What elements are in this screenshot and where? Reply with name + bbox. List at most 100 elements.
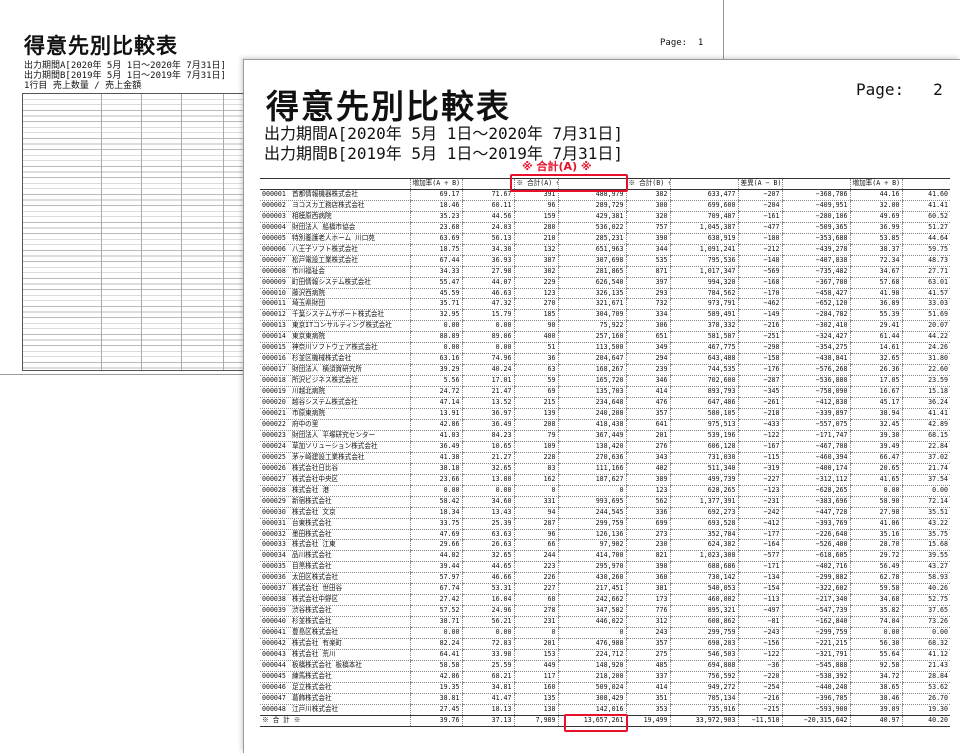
value-cell: 117 — [513, 671, 558, 683]
value-cell: 32.45 — [849, 419, 902, 431]
customer-code: 000004 — [262, 222, 286, 231]
table-row: 000028 株式会社 港 0.00 0.00 0 0 123 628,265 −123 −628… — [260, 485, 950, 497]
value-cell: 64.41 — [409, 649, 462, 661]
value-cell: −368,786 — [781, 189, 850, 201]
value-cell: 346 — [625, 375, 670, 388]
customer-code: 000012 — [262, 310, 286, 319]
value-cell: 302 — [513, 266, 558, 278]
value-cell: 735,916 — [669, 704, 738, 716]
value-cell: 40.24 — [461, 364, 514, 377]
customer-code: 000019 — [262, 387, 286, 396]
value-cell: 41.38 — [409, 452, 462, 464]
customer-name: 葛飾株式会社 — [292, 693, 332, 702]
column-header — [781, 178, 850, 190]
value-cell: 387 — [513, 255, 558, 267]
value-cell: −226,648 — [781, 529, 850, 541]
customer-code: 000030 — [262, 507, 286, 516]
value-cell: 467,775 — [669, 342, 738, 355]
value-cell: −402,716 — [781, 561, 850, 574]
value-cell: 402 — [625, 463, 670, 475]
customer-cell: 000016 杉並区機械株式会社 — [260, 353, 410, 366]
value-cell: 28.84 — [901, 671, 950, 683]
customer-cell: 000003 相模原西病院 — [260, 211, 410, 223]
value-cell: 1,045,387 — [669, 222, 738, 234]
page1-title: 得意先別比較表 — [24, 34, 178, 58]
table-row: 000011 埼玉県財団 35.71 47.32 270 321,671 732 973,79… — [260, 298, 950, 311]
value-cell: 0.00 — [409, 485, 462, 497]
total-value-cell: 40.20 — [901, 714, 950, 727]
table-row: 000032 墨田株式会社 47.69 63.63 96 126,136 273 352,78… — [260, 529, 950, 541]
value-cell: 33.75 — [409, 518, 462, 530]
customer-code: 000009 — [262, 277, 286, 286]
table-row: 000023 財団法人 平塚研究センター 41.03 84.23 79 367,449 20… — [260, 430, 950, 442]
value-cell: 295,970 — [557, 561, 626, 574]
value-cell: 536,022 — [557, 222, 626, 234]
customer-code: 000008 — [262, 266, 286, 275]
value-cell: 52.75 — [901, 594, 950, 607]
value-cell: −215 — [737, 704, 782, 716]
value-cell: −547,739 — [781, 605, 850, 618]
table-row: 000038 株式会社中野区 27.42 16.04 60 242,662 173 460,0… — [260, 594, 950, 607]
value-cell: 278 — [513, 605, 558, 618]
value-cell: 312 — [625, 616, 670, 629]
value-cell: 27.98 — [461, 266, 514, 278]
value-cell: −439,278 — [781, 244, 850, 256]
value-cell: 36.24 — [901, 397, 950, 410]
value-cell: 776 — [625, 605, 670, 618]
customer-code: 000021 — [262, 409, 286, 418]
customer-code: 000035 — [262, 562, 286, 571]
customer-code: 000024 — [262, 441, 286, 450]
customer-name: 株式会社中央区 — [292, 474, 339, 483]
value-cell: 367,449 — [557, 430, 626, 442]
table-row: 000046 足立株式会社 19.35 34.81 160 509,024 414 949,2… — [260, 682, 950, 694]
value-cell: 651,963 — [557, 244, 626, 256]
value-cell: 273 — [625, 529, 670, 541]
value-cell: 42.89 — [901, 419, 950, 431]
value-cell: 138,420 — [557, 441, 626, 453]
value-cell: 23.68 — [409, 222, 462, 234]
customer-cell: 000044 板橋株式会社 板橋本社 — [260, 660, 410, 672]
value-cell: −458,427 — [781, 288, 850, 300]
value-cell: 109 — [513, 441, 558, 453]
value-cell: 390 — [625, 233, 670, 245]
value-cell: 94 — [513, 507, 558, 519]
customer-code: 000025 — [262, 452, 286, 461]
value-cell: −438,841 — [781, 353, 850, 366]
value-cell: 36.99 — [849, 222, 902, 234]
value-cell: −467,708 — [781, 441, 850, 453]
value-cell: 26.36 — [849, 364, 902, 377]
customer-cell: 000005 特別養護老人ホーム 川口苑 — [260, 233, 410, 245]
customer-cell: 000020 越谷システム株式会社 — [260, 397, 410, 410]
value-cell: −216 — [737, 320, 782, 333]
value-cell: 34.30 — [461, 244, 514, 256]
value-cell: −231 — [737, 496, 782, 508]
value-cell: 36.97 — [461, 408, 514, 420]
table-row: 000010 藤沢西病院 45.59 46.63 123 326,135 293 784,56… — [260, 288, 950, 300]
customer-code: 000028 — [262, 485, 286, 494]
value-cell: 390 — [625, 561, 670, 574]
table-row: 000008 市川福祉会 34.33 27.98 302 281,865 871 1,017,… — [260, 266, 950, 278]
total-label: ※ 合 計 ※ — [260, 714, 410, 727]
value-cell: 230 — [625, 539, 670, 552]
value-cell: 55.47 — [409, 277, 462, 289]
value-cell: −618,605 — [781, 550, 850, 563]
value-cell: 68.32 — [901, 638, 950, 650]
value-cell: −81 — [737, 616, 782, 629]
value-cell: 72.14 — [901, 496, 950, 508]
customer-cell: 000018 所沢ビジネス株式会社 — [260, 375, 410, 388]
value-cell: −171,747 — [781, 430, 850, 442]
value-cell: 69 — [513, 386, 558, 399]
column-header: 増加率(A ÷ B) — [409, 178, 462, 190]
customer-name: 財団法人 横須賀研究所 — [292, 365, 362, 374]
value-cell: 349 — [625, 342, 670, 355]
value-cell: 381 — [625, 583, 670, 596]
value-cell: 0.00 — [901, 627, 950, 640]
value-cell: 66.47 — [849, 452, 902, 464]
value-cell: −161 — [737, 211, 782, 223]
column-header: 差異(A − B) — [737, 178, 782, 190]
value-cell: −577 — [737, 550, 782, 563]
customer-code: 000011 — [262, 299, 286, 308]
value-cell: −284,782 — [781, 309, 850, 322]
value-cell: −536,880 — [781, 375, 850, 388]
value-cell: −220 — [737, 671, 782, 683]
